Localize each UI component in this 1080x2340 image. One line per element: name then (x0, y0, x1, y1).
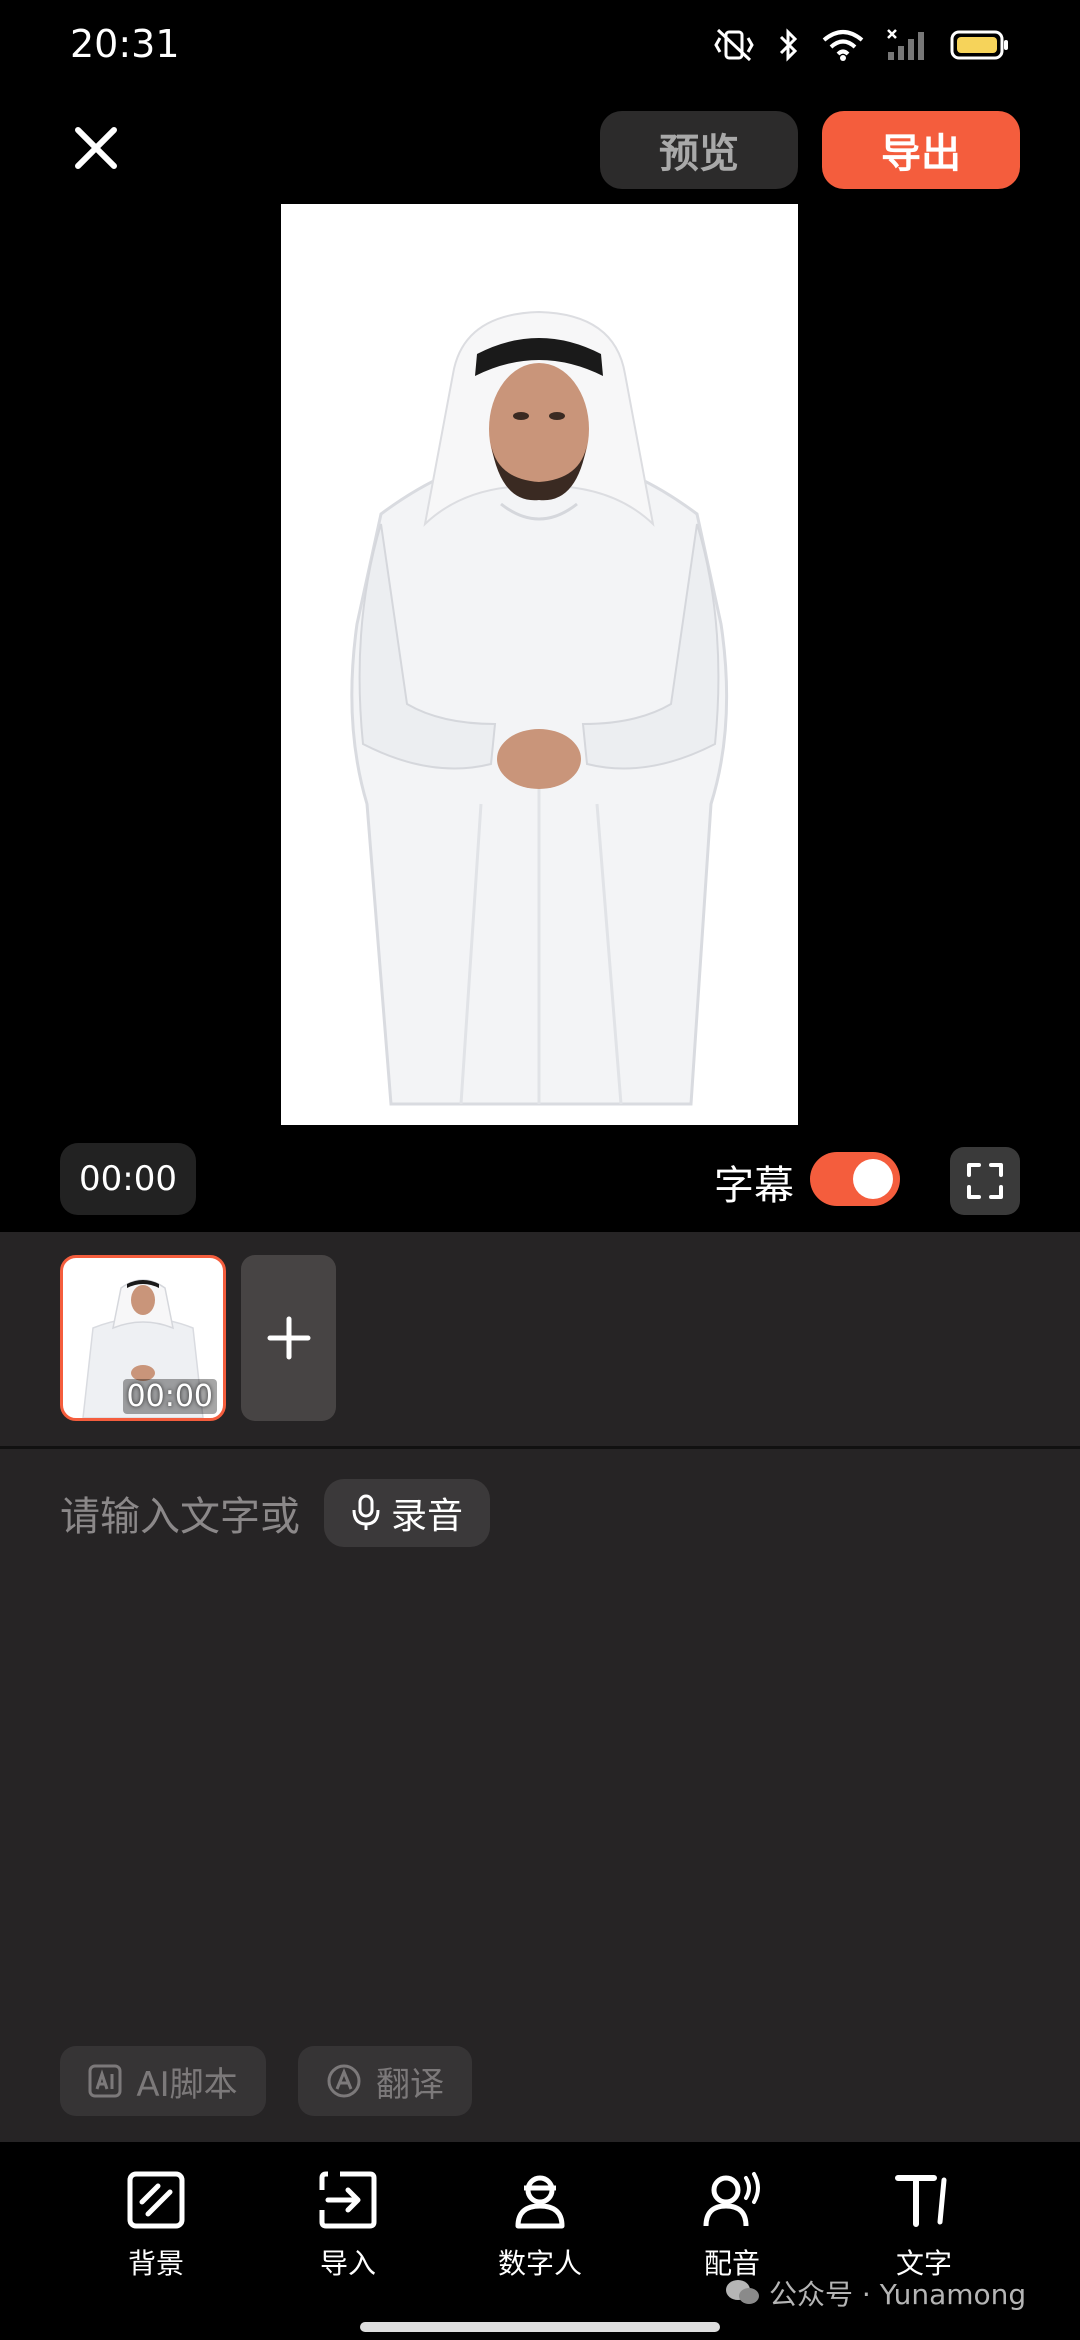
clip-duration: 00:00 (122, 1379, 217, 1414)
status-icons (712, 28, 1010, 62)
fullscreen-button[interactable] (950, 1147, 1020, 1215)
tool-background[interactable]: 背景 (86, 2170, 226, 2282)
close-icon (75, 127, 117, 169)
signal-icon (887, 29, 924, 60)
battery-icon (950, 30, 1008, 60)
tool-import[interactable]: 导入 (278, 2170, 418, 2282)
status-time: 20:31 (70, 22, 180, 66)
video-preview[interactable] (281, 204, 798, 1125)
tool-digital-human[interactable]: 数字人 (470, 2170, 610, 2282)
home-indicator[interactable] (360, 2322, 720, 2332)
vibrate-off-icon (714, 28, 754, 62)
ai-script-button[interactable]: AI脚本 (60, 2046, 266, 2116)
fullscreen-icon (967, 1163, 1003, 1199)
tool-label-background: 背景 (127, 2247, 184, 2280)
translate-icon (327, 2064, 361, 2098)
tool-label-import: 导入 (319, 2247, 376, 2280)
current-time: 00:00 (60, 1143, 196, 1215)
import-icon (319, 2171, 377, 2229)
dubbing-icon (703, 2172, 760, 2227)
divider (0, 1446, 1080, 1449)
tool-label-digital-human: 数字人 (497, 2247, 582, 2280)
wechat-icon (726, 2280, 759, 2304)
close-button[interactable] (68, 120, 124, 176)
toggle-knob (853, 1159, 893, 1199)
record-label: 录音 (390, 1496, 463, 1537)
export-button[interactable]: 导出 (822, 111, 1020, 189)
wifi-icon (822, 30, 864, 61)
subtitle-toggle[interactable] (810, 1152, 900, 1206)
translate-button[interactable]: 翻译 (298, 2046, 472, 2116)
script-input[interactable]: 请输入文字或 (60, 1484, 300, 1542)
bluetooth-icon (779, 28, 798, 62)
tool-text[interactable]: 文字 (854, 2170, 994, 2282)
background-icon (127, 2171, 185, 2229)
watermark: 公众号 · Yunamong (725, 2273, 1026, 2313)
text-icon (895, 2175, 947, 2227)
ai-script-label: AI脚本 (136, 2064, 238, 2105)
microphone-icon (352, 1494, 380, 1530)
subtitle-label: 字幕 (714, 1163, 794, 1209)
digital-human-icon (515, 2175, 565, 2229)
ai-icon (88, 2064, 122, 2098)
translate-label: 翻译 (376, 2064, 444, 2105)
preview-button[interactable]: 预览 (600, 111, 798, 189)
tool-dubbing[interactable]: 配音 (662, 2170, 802, 2282)
add-clip-button[interactable] (241, 1255, 336, 1421)
watermark-text: 公众号 · Yunamong (769, 2278, 1027, 2311)
clip-thumbnail[interactable]: 00:00 (60, 1255, 226, 1421)
digital-human-figure (350, 310, 729, 1106)
record-button[interactable]: 录音 (324, 1479, 490, 1547)
plus-icon (267, 1316, 310, 1360)
